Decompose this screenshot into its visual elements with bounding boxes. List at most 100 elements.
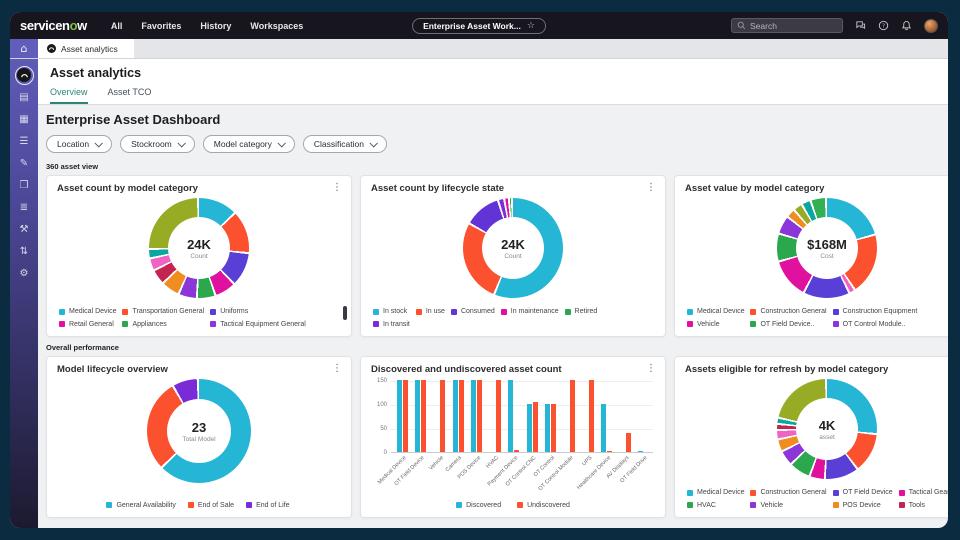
bar-undiscovered[interactable] [551,404,557,452]
bar-discovered[interactable] [396,380,402,452]
bar-discovered[interactable] [601,404,607,452]
bar-group-healthcare-device[interactable]: Healthcare Device [576,381,616,491]
legend-item-consumed[interactable]: Consumed [450,308,495,316]
bar-undiscovered[interactable] [458,380,464,452]
bar-undiscovered[interactable] [477,380,483,452]
legend-item-in-stock[interactable]: In stock [373,308,410,316]
sidebar-item-compose-icon[interactable]: ✎ [13,152,35,174]
legend-item-construction-general[interactable]: Construction General [750,489,827,497]
bar-undiscovered[interactable] [514,449,520,452]
legend-item-medical-device[interactable]: Medical Device [687,308,744,316]
legend-item-tools[interactable]: Tools [898,502,948,510]
legend-item-transportation-general[interactable]: Transportation General [122,308,204,316]
bar-discovered[interactable] [508,380,514,452]
legend-item-medical-device[interactable]: Medical Device [59,308,116,316]
legend-item-retail-general[interactable]: Retail General [59,321,116,329]
bar-undiscovered[interactable] [607,450,613,452]
filter-classification[interactable]: Classification [302,135,387,153]
nav-item-history[interactable]: History [200,21,231,31]
bar-undiscovered[interactable] [625,432,631,452]
bar-undiscovered[interactable] [402,380,408,452]
sidebar-item-transfers-icon[interactable]: ⇅ [13,240,35,262]
page-tab-overview[interactable]: Overview [50,87,88,104]
bar-chart-plot[interactable]: 0 50 100 150 Medical Device OT Field Device Ve… [377,378,654,492]
legend-item-pos-device[interactable]: POS Device [832,502,893,510]
legend-item-in-transit[interactable]: In transit [373,321,410,329]
user-avatar[interactable] [924,18,938,33]
legend-item-vehicle[interactable]: Vehicle [687,321,744,329]
legend-item-general-availability[interactable]: General Availability [106,502,176,510]
legend-item-tactical-equipment-general[interactable]: Tactical Equipment General [210,321,306,329]
sidebar-item-forms-icon[interactable]: ▤ [13,86,35,108]
donut-chart[interactable]: 24K Count [463,198,563,298]
bar-group-ot-field-drive[interactable]: OT Field Drive [620,381,654,484]
bar-discovered[interactable] [415,380,421,452]
legend-item-construction-general[interactable]: Construction General [750,308,827,316]
bar-group-ot-field-device[interactable]: OT Field Device [394,380,431,487]
nav-item-all[interactable]: All [111,21,123,31]
legend-item-tactical-gear[interactable]: Tactical Gear [898,489,948,497]
sidebar-item-lists-icon[interactable]: ≣ [13,196,35,218]
legend-item-hvac[interactable]: HVAC [687,502,744,510]
nav-item-workspaces[interactable]: Workspaces [250,21,303,31]
donut-chart[interactable]: $168M Cost [777,198,877,298]
favorite-star-icon[interactable]: ☆ [527,21,535,31]
donut-chart[interactable]: 24K Count [149,198,249,298]
bar-undiscovered[interactable] [569,380,575,452]
bar-group-payment-device[interactable]: Payment Device [486,380,523,488]
legend-item-ot-field-device[interactable]: OT Field Device [832,489,893,497]
sidebar-item-tools-icon[interactable]: ⚒ [13,218,35,240]
legend-scrollbar[interactable] [343,306,347,320]
nav-item-favorites[interactable]: Favorites [141,21,181,31]
legend-item-discovered[interactable]: Discovered [456,502,501,510]
bar-undiscovered[interactable] [495,380,501,452]
legend-item-retired[interactable]: Retired [564,308,597,316]
legend-item-construction-equipment[interactable]: Construction Equipment [832,308,917,316]
bar-undiscovered[interactable] [532,401,538,452]
donut-chart[interactable]: 23 Total Model [147,379,251,483]
donut-chart[interactable]: 4K asset [777,379,877,479]
notifications-bell-icon[interactable] [901,20,912,31]
bar-discovered[interactable] [638,450,644,452]
bar-group-av-displays[interactable]: AV Displays [605,381,635,480]
bar-group-ot-control-cnc[interactable]: OT Control CNC [505,381,542,488]
bar-group-ot-control[interactable]: OT Control [533,381,561,478]
chat-icon[interactable] [855,20,866,31]
sidebar-item-tasks-icon[interactable]: ▦ [13,108,35,130]
legend-item-ot-control-module-[interactable]: OT Control Module.. [832,321,918,329]
help-icon[interactable]: ? [878,20,889,31]
tab-asset-analytics[interactable]: Asset analytics [38,39,134,58]
home-icon[interactable]: ⌂ [10,39,38,58]
legend-item-ot-field-device-[interactable]: OT Field Device.. [750,321,826,329]
bar-discovered[interactable] [452,380,458,452]
bar-undiscovered[interactable] [439,380,445,452]
legend-item-in-use[interactable]: In use [415,308,445,316]
bar-group-ot-control-module[interactable]: OT Control Module [538,380,579,492]
legend-item-vehicle[interactable]: Vehicle [750,502,826,510]
bar-group-hvac[interactable]: HVAC [486,380,505,470]
filter-stockroom[interactable]: Stockroom [120,135,195,153]
bar-group-medical-device[interactable]: Medical Device [377,380,412,486]
bar-group-ups[interactable]: UPS [579,380,598,467]
legend-item-in-maintenance[interactable]: In maintenance [500,308,559,316]
legend-item-undiscovered[interactable]: Undiscovered [517,502,570,510]
legend-item-end-of-sale[interactable]: End of Sale [187,502,234,510]
bar-group-camera[interactable]: Camera [445,380,468,473]
sidebar-item-knowledge-icon[interactable]: ❒ [13,174,35,196]
page-tab-asset-tco[interactable]: Asset TCO [108,87,152,104]
legend-item-end-of-life[interactable]: End of Life [246,502,290,510]
global-search-input[interactable]: Search [731,18,843,33]
kebab-menu-icon[interactable]: ⋮ [332,182,342,193]
bar-discovered[interactable] [471,380,477,452]
bar-group-vehicle[interactable]: Vehicle [428,380,449,472]
sidebar-item-sliders-icon[interactable]: ☰ [13,130,35,152]
bar-undiscovered[interactable] [588,380,594,452]
sidebar-item-asset-analytics-app[interactable] [13,64,35,86]
bar-discovered[interactable] [526,404,532,452]
filter-location[interactable]: Location [46,135,113,153]
kebab-menu-icon[interactable]: ⋮ [646,363,656,374]
workspace-switcher-pill[interactable]: Enterprise Asset Work... ☆ [412,17,546,34]
legend-item-medical-device[interactable]: Medical Device [687,489,744,497]
bar-undiscovered[interactable] [421,380,427,452]
kebab-menu-icon[interactable]: ⋮ [646,182,656,193]
